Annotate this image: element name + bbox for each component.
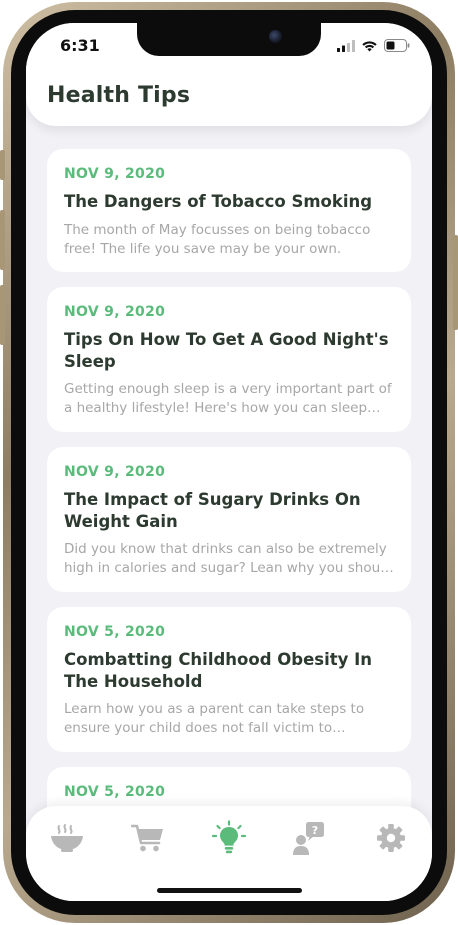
article-card[interactable]: NOV 5, 2020 Combatting Childhood Obesity…: [47, 607, 411, 752]
gear-icon: [377, 824, 405, 852]
article-summary: Learn how you as a parent can take steps…: [64, 701, 365, 736]
status-time: 6:31: [60, 36, 100, 55]
article-summary: The month of May focusses on being tobac…: [64, 222, 371, 257]
tab-consult[interactable]: ?: [290, 818, 330, 858]
article-title: Tips On How To Get A Good Night's Sleep: [64, 330, 389, 371]
article-card[interactable]: NOV 9, 2020 The Impact of Sugary Drinks …: [47, 447, 411, 592]
power-button: [453, 235, 458, 330]
bottom-tab-bar: ?: [26, 806, 432, 901]
volume-up-button: [0, 210, 5, 270]
status-icons: [337, 39, 410, 52]
lightbulb-icon: [211, 820, 247, 854]
food-bowl-icon: [51, 824, 83, 852]
notch: [137, 23, 321, 56]
article-date: NOV 5, 2020: [64, 624, 166, 640]
health-tips-feed[interactable]: NOV 9, 2020 The Dangers of Tobacco Smoki…: [26, 126, 432, 826]
article-summary: Getting enough sleep is a very important…: [64, 381, 392, 416]
article-date: NOV 9, 2020: [64, 304, 166, 320]
article-title: Combatting Childhood Obesity In The Hous…: [64, 650, 373, 691]
wifi-icon: [362, 40, 377, 51]
battery-icon: [384, 39, 410, 52]
article-date: NOV 5, 2020: [64, 784, 166, 800]
cellular-signal-icon: [337, 39, 355, 52]
consult-icon: ?: [293, 822, 324, 855]
article-summary: Did you know that drinks can also be ext…: [64, 541, 393, 576]
article-date: NOV 9, 2020: [64, 166, 166, 182]
cart-icon: [131, 824, 163, 852]
front-camera: [269, 30, 282, 43]
app-screen: 6:31 Health Tips NOV 9, 2020 The Dangers…: [26, 23, 432, 901]
svg-text:?: ?: [312, 824, 318, 837]
volume-down-button: [0, 285, 5, 345]
tab-settings[interactable]: [371, 818, 411, 858]
tab-shop[interactable]: [128, 818, 168, 858]
article-card[interactable]: NOV 9, 2020 Tips On How To Get A Good Ni…: [47, 287, 411, 432]
article-card[interactable]: NOV 9, 2020 The Dangers of Tobacco Smoki…: [47, 149, 411, 272]
tab-health-tips[interactable]: [209, 818, 249, 858]
silent-switch: [0, 150, 5, 180]
article-title: The Impact of Sugary Drinks On Weight Ga…: [64, 490, 361, 531]
article-title: The Dangers of Tobacco Smoking: [64, 192, 373, 211]
article-date: NOV 9, 2020: [64, 464, 166, 480]
tab-food[interactable]: [47, 818, 87, 858]
page-title: Health Tips: [47, 83, 191, 108]
home-indicator[interactable]: [157, 888, 302, 893]
